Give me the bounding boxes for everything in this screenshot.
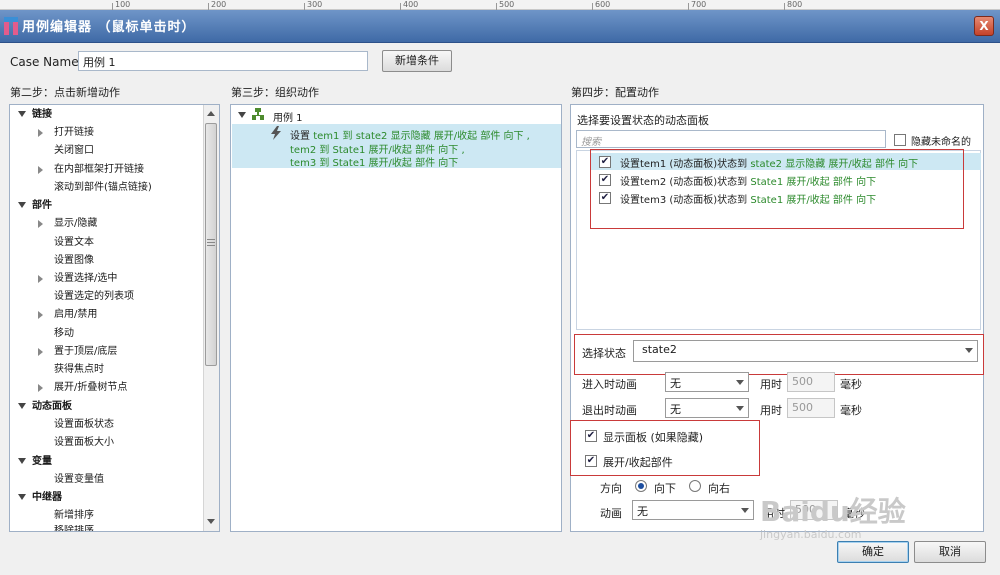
exit-anim-label: 退出时动画 (582, 404, 637, 417)
tree-group-widgets[interactable]: 部件 (18, 198, 52, 214)
step4-heading: 第四步：配置动作 (571, 86, 659, 99)
tree-item[interactable]: 设置图像 (54, 253, 94, 269)
app-icon (4, 17, 18, 35)
enter-time-label: 用时 (760, 378, 782, 391)
anim-dropdown[interactable]: 无 (632, 500, 754, 520)
ruler-tick: 700 (691, 0, 707, 9)
collapse-icon[interactable] (238, 108, 252, 121)
highlight-box-state (574, 334, 984, 375)
expand-icon[interactable] (38, 220, 43, 228)
tree-item[interactable]: 启用/禁用 (54, 307, 97, 323)
case-name-input[interactable]: 用例 1 (78, 51, 368, 71)
case-tree-icon (252, 108, 264, 120)
collapse-icon[interactable] (18, 494, 26, 500)
tree-item[interactable]: 移动 (54, 326, 74, 342)
chevron-down-icon[interactable] (736, 380, 744, 385)
step2-heading: 第二步：点击新增动作 (10, 86, 120, 99)
direction-down-radio[interactable] (635, 480, 647, 492)
enter-anim-dropdown[interactable]: 无 (665, 372, 749, 392)
anim-label: 动画 (600, 507, 622, 520)
tree-item[interactable]: 展开/折叠树节点 (54, 380, 127, 396)
exit-ms-label: 毫秒 (840, 404, 862, 417)
case-name-label: Case Name (10, 55, 79, 69)
step3-heading: 第三步：组织动作 (231, 86, 319, 99)
ruler-tick: 200 (211, 0, 227, 9)
expand-icon[interactable] (38, 275, 43, 283)
watermark-logo: Baidu经验 (760, 495, 906, 528)
enter-time-input[interactable]: 500 (787, 372, 835, 392)
expand-icon[interactable] (38, 348, 43, 356)
direction-right-radio[interactable] (689, 480, 701, 492)
close-button[interactable]: X (974, 16, 994, 36)
direction-right-label: 向右 (708, 482, 730, 495)
watermark-url: jingyan.baidu.com (760, 528, 862, 541)
hide-unnamed-label: 隐藏未命名的 (911, 137, 971, 148)
case-label[interactable]: 用例 1 (273, 109, 303, 124)
tree-group-variables[interactable]: 变量 (18, 454, 52, 470)
ruler-tick: 100 (115, 0, 131, 9)
add-condition-button[interactable]: 新增条件 (382, 50, 452, 72)
tree-item[interactable]: 打开链接 (54, 125, 94, 141)
tree-group-links[interactable]: 链接 (18, 107, 52, 123)
exit-time-label: 用时 (760, 404, 782, 417)
action-line-1: 设置 tem1 到 state2 显示隐藏 展开/收起 部件 向下 , (290, 131, 530, 142)
tree-item[interactable]: 置于顶层/底层 (54, 344, 117, 360)
ruler-tick: 500 (499, 0, 515, 9)
highlight-box-panels (590, 149, 964, 229)
action-line-3: tem3 到 State1 展开/收起 部件 向下 (290, 158, 459, 169)
window-title: 用例编辑器 （鼠标单击时） (22, 20, 196, 35)
tree-item[interactable]: 移除排序 (54, 525, 94, 531)
tree-item[interactable]: 设置选定的列表项 (54, 289, 134, 305)
scroll-up-icon[interactable] (207, 111, 215, 116)
exit-time-input[interactable]: 500 (787, 398, 835, 418)
chevron-down-icon[interactable] (741, 508, 749, 513)
collapse-icon[interactable] (18, 111, 26, 117)
tree-group-repeater[interactable]: 中继器 (18, 490, 62, 506)
tree-item[interactable]: 设置面板大小 (54, 435, 114, 451)
ok-button[interactable]: 确定 (837, 541, 909, 563)
tree-item[interactable]: 设置文本 (54, 235, 94, 251)
chevron-down-icon[interactable] (736, 406, 744, 411)
lightning-icon (270, 126, 282, 140)
tree-item[interactable]: 设置变量值 (54, 472, 104, 488)
scroll-down-icon[interactable] (207, 519, 215, 524)
exit-anim-dropdown[interactable]: 无 (665, 398, 749, 418)
collapse-icon[interactable] (18, 202, 26, 208)
ruler-tick: 300 (307, 0, 323, 9)
collapse-icon[interactable] (18, 403, 26, 409)
hide-unnamed-checkbox[interactable] (894, 134, 906, 146)
ruler-tick: 600 (595, 0, 611, 9)
expand-icon[interactable] (38, 384, 43, 392)
enter-ms-label: 毫秒 (840, 378, 862, 391)
tree-group-dynamic-panel[interactable]: 动态面板 (18, 399, 72, 415)
direction-down-label: 向下 (654, 482, 676, 495)
tree-item[interactable]: 设置面板状态 (54, 417, 114, 433)
ruler-tick: 400 (403, 0, 419, 9)
collapse-icon[interactable] (18, 458, 26, 464)
tree-item[interactable]: 设置选择/选中 (54, 271, 117, 287)
direction-label: 方向 (600, 482, 622, 495)
ruler-strip: 100 200 300 400 500 600 700 800 (0, 0, 1000, 10)
enter-anim-label: 进入时动画 (582, 378, 637, 391)
tree-item[interactable]: 滚动到部件(锚点链接) (54, 180, 152, 196)
ruler-tick: 800 (787, 0, 803, 9)
cancel-button[interactable]: 取消 (914, 541, 986, 563)
tree-item[interactable]: 在内部框架打开链接 (54, 162, 144, 178)
panel-select-heading: 选择要设置状态的动态面板 (577, 114, 709, 127)
tree-item[interactable]: 显示/隐藏 (54, 216, 97, 232)
expand-icon[interactable] (38, 311, 43, 319)
search-input[interactable]: 搜索 (576, 130, 886, 148)
tree-item[interactable]: 获得焦点时 (54, 362, 104, 378)
highlight-box-options (570, 420, 760, 476)
tree-item[interactable]: 关闭窗口 (54, 143, 94, 159)
expand-icon[interactable] (38, 166, 43, 174)
expand-icon[interactable] (38, 129, 43, 137)
tree-item[interactable]: 新增排序 (54, 508, 94, 524)
